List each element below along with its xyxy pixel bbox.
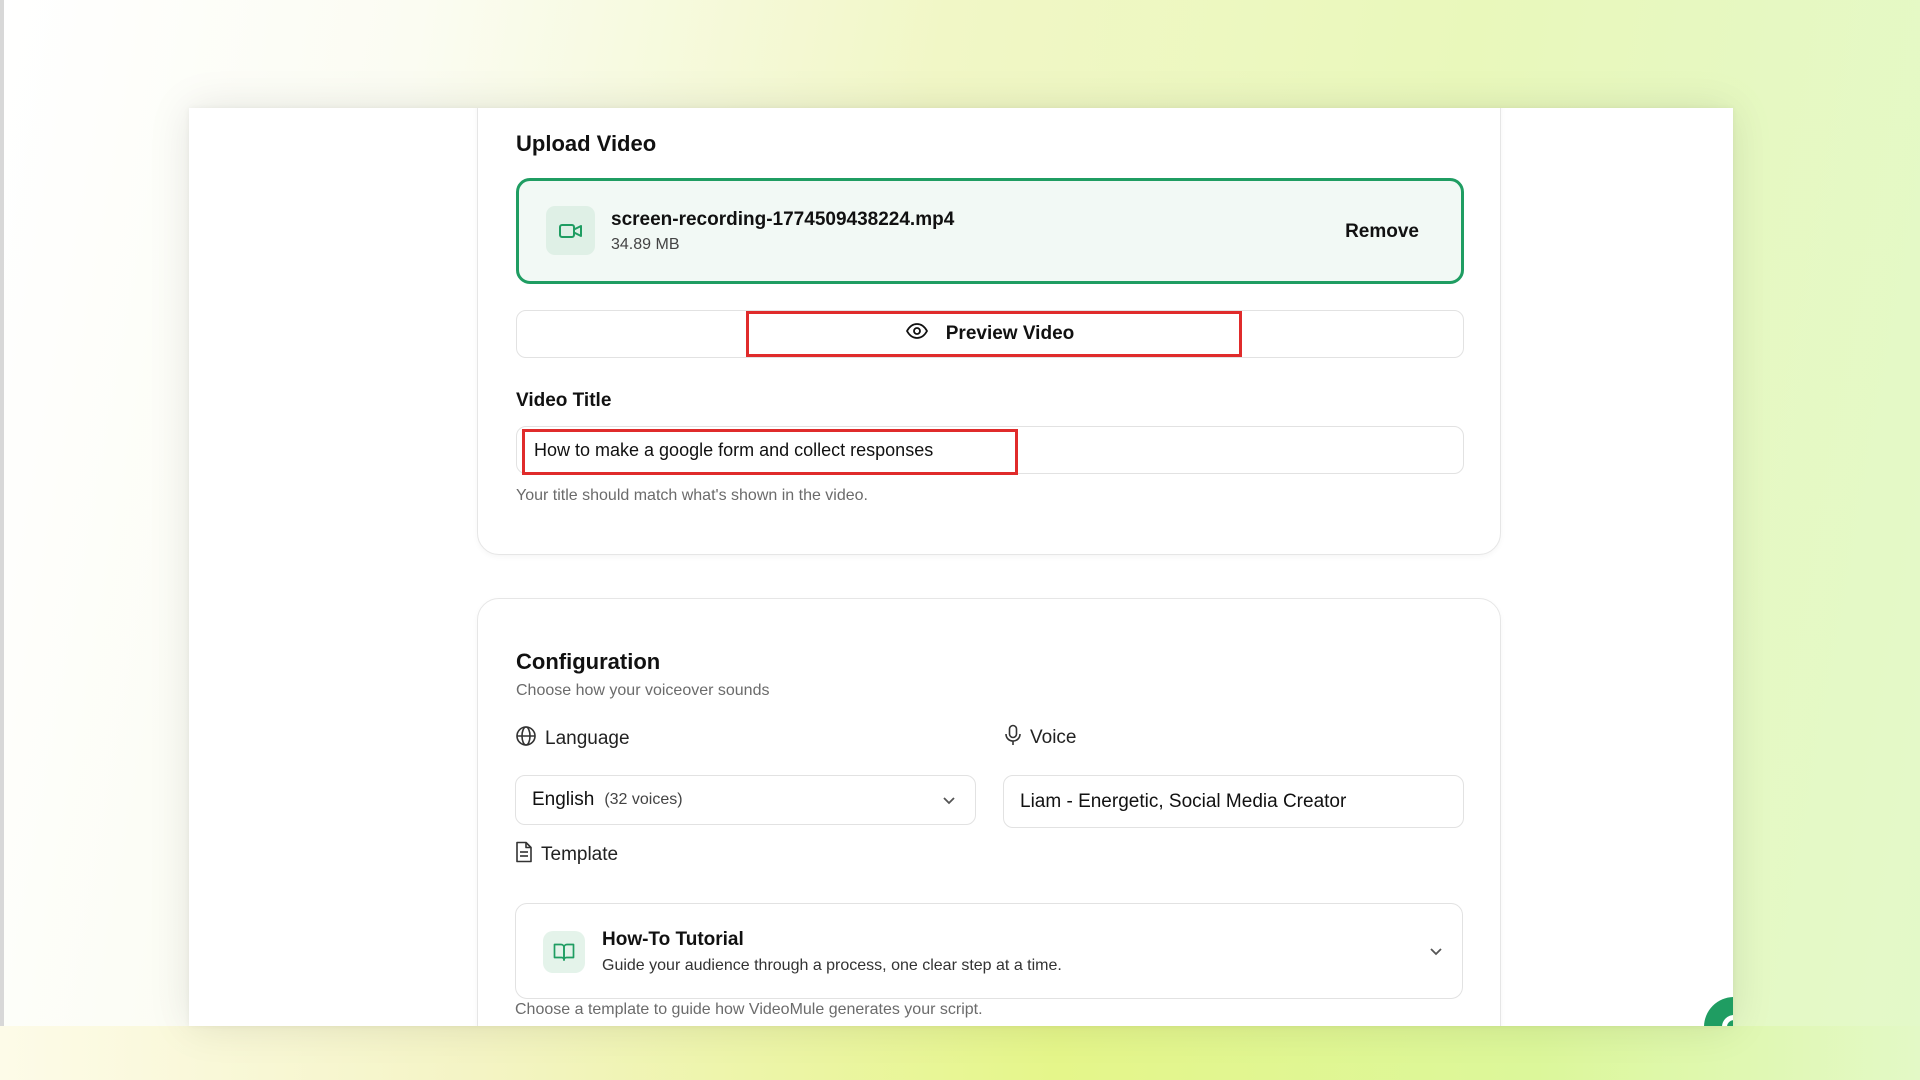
voice-label-row: Voice xyxy=(1004,724,1076,752)
configuration-section-title: Configuration xyxy=(516,649,661,674)
file-name: screen-recording-1774509438224.mp4 xyxy=(611,209,955,230)
template-select[interactable]: How-To Tutorial Guide your audience thro… xyxy=(515,903,1463,999)
template-name: How-To Tutorial xyxy=(602,929,744,950)
app-window: Upload Video screen-recording-1774509438… xyxy=(189,108,1733,1026)
upload-card: Upload Video screen-recording-1774509438… xyxy=(477,108,1501,555)
chevron-down-icon xyxy=(1430,948,1442,956)
preview-video-label: Preview Video xyxy=(945,323,1075,344)
configuration-subtitle: Choose how your voiceover sounds xyxy=(516,682,770,699)
voice-label: Voice xyxy=(1030,727,1077,748)
language-value: English xyxy=(532,789,595,810)
uploaded-file-box: screen-recording-1774509438224.mp4 34.89… xyxy=(516,178,1464,284)
microphone-icon xyxy=(1004,724,1022,752)
template-description: Guide your audience through a process, o… xyxy=(602,957,1062,974)
floating-help-button[interactable] xyxy=(1704,997,1733,1026)
language-label: Language xyxy=(545,728,630,749)
globe-icon xyxy=(515,725,537,753)
screen-left-edge xyxy=(0,0,4,1080)
language-voice-count: (32 voices) xyxy=(604,791,683,808)
document-icon xyxy=(515,841,533,869)
book-icon xyxy=(543,931,585,973)
language-select[interactable]: English (32 voices) xyxy=(515,775,976,825)
video-title-input[interactable] xyxy=(516,426,1464,474)
video-title-hint: Your title should match what's shown in … xyxy=(516,487,868,504)
help-icon xyxy=(1722,1015,1733,1026)
template-label-row: Template xyxy=(515,841,618,869)
video-camera-icon xyxy=(546,206,595,255)
remove-file-button[interactable]: Remove xyxy=(1345,221,1419,243)
language-label-row: Language xyxy=(515,725,630,753)
eye-icon xyxy=(905,323,928,345)
preview-video-button[interactable]: Preview Video xyxy=(516,310,1464,358)
voice-select[interactable]: Liam - Energetic, Social Media Creator xyxy=(1003,775,1464,828)
chevron-down-icon xyxy=(943,797,955,805)
upload-section-title: Upload Video xyxy=(516,131,657,156)
video-title-label: Video Title xyxy=(516,390,612,411)
background-bottom-glow xyxy=(0,1026,1920,1080)
file-size: 34.89 MB xyxy=(611,236,680,253)
voice-value: Liam - Energetic, Social Media Creator xyxy=(1020,790,1347,812)
template-label: Template xyxy=(541,844,619,865)
template-hint: Choose a template to guide how VideoMule… xyxy=(515,1001,983,1018)
